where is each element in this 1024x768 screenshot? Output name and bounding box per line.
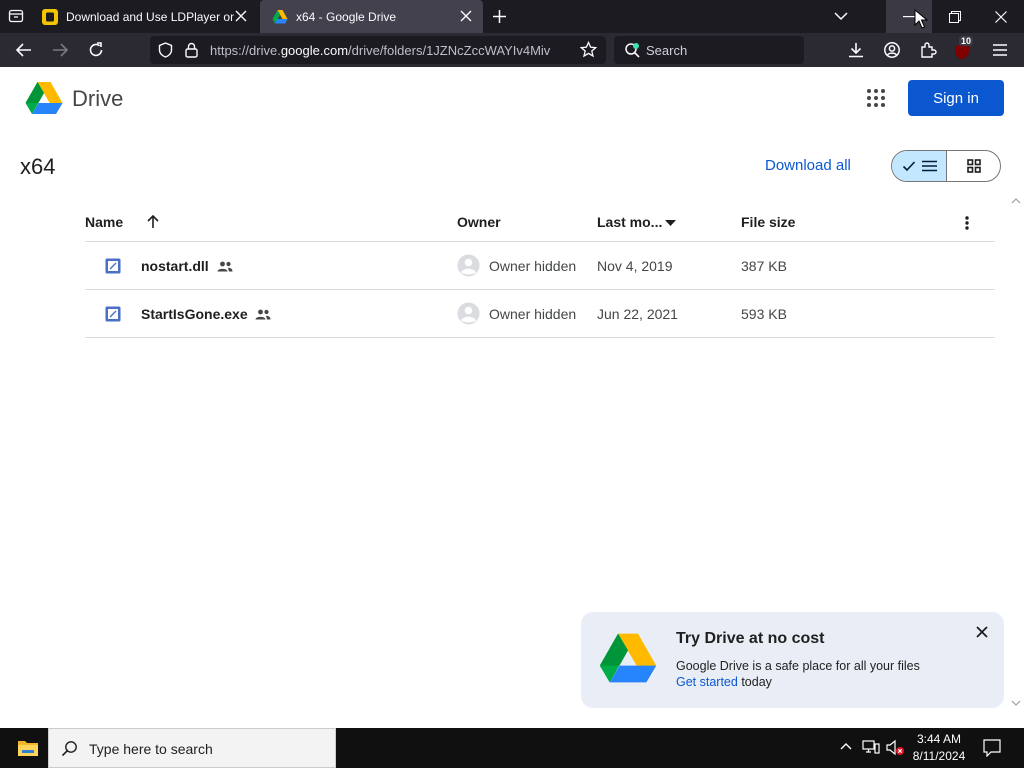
back-arrow-icon[interactable] <box>15 41 33 59</box>
search-bar[interactable]: Search <box>614 36 804 64</box>
binary-file-icon <box>105 306 121 322</box>
column-header-owner[interactable]: Owner <box>457 214 501 230</box>
file-size: 593 KB <box>741 306 787 322</box>
scroll-up-arrow-icon[interactable] <box>1010 195 1022 207</box>
extension-badge: 10 <box>959 36 974 46</box>
grid-view-button[interactable] <box>947 151 1000 181</box>
list-all-tabs-icon[interactable] <box>834 10 848 22</box>
table-row[interactable]: StartIsGone.exe Owner hidden Jun 22, 202… <box>85 290 995 338</box>
avatar-placeholder-icon <box>457 254 480 277</box>
show-hidden-icons-chevron-icon[interactable] <box>840 742 852 752</box>
file-owner: Owner hidden <box>489 258 577 274</box>
promo-cta-line: Get started today <box>676 675 772 689</box>
list-view-icon <box>922 160 937 172</box>
tab-title: x64 - Google Drive <box>296 9 397 24</box>
url-prefix: https://drive. <box>210 43 281 58</box>
scroll-down-arrow-icon[interactable] <box>1010 697 1022 709</box>
file-modified: Nov 4, 2019 <box>597 258 673 274</box>
checkmark-icon <box>902 161 916 172</box>
url-host: google.com <box>280 43 349 58</box>
tab-list-icon[interactable] <box>8 8 24 24</box>
lock-icon[interactable] <box>185 42 198 58</box>
grid-view-icon <box>967 159 981 173</box>
list-view-button[interactable] <box>892 151 947 181</box>
avatar-placeholder-icon <box>457 302 480 325</box>
search-placeholder: Search <box>646 43 688 58</box>
file-explorer-icon[interactable] <box>17 738 39 757</box>
taskbar-search-box[interactable]: Type here to search <box>48 728 336 768</box>
windows-taskbar: Type here to search 3:44 AM 8/11/2024 <box>0 728 1024 768</box>
notifications-icon[interactable] <box>983 739 1001 757</box>
drive-brand-name: Drive <box>72 86 124 111</box>
shared-people-icon <box>255 309 271 320</box>
column-header-file-size[interactable]: File size <box>741 214 795 230</box>
downloads-icon[interactable] <box>847 41 865 59</box>
restore-window-icon[interactable] <box>949 11 961 23</box>
get-started-link[interactable]: Get started <box>676 675 738 689</box>
reload-icon[interactable] <box>87 41 105 59</box>
try-drive-promo-card: Try Drive at no cost Google Drive is a s… <box>581 612 1004 708</box>
google-drive-logo-icon <box>599 633 657 683</box>
column-header-last-modified[interactable]: Last mo... <box>597 214 662 230</box>
promo-title: Try Drive at no cost <box>676 630 825 647</box>
shared-people-icon <box>217 261 233 272</box>
more-options-icon[interactable] <box>965 216 969 230</box>
table-header: Name Owner Last mo... File size <box>85 206 995 242</box>
mouse-cursor-icon <box>914 9 928 29</box>
ldplayer-favicon-icon <box>42 8 58 25</box>
promo-cta-suffix: today <box>737 675 772 689</box>
account-icon[interactable] <box>883 41 901 59</box>
url-bar[interactable]: https://drive.google.com/drive/folders/1… <box>150 36 606 64</box>
url-text[interactable]: https://drive.google.com/drive/folders/1… <box>210 43 570 58</box>
promo-body: Google Drive is a safe place for all you… <box>676 659 920 673</box>
browser-tab-bar: Download and Use LDPlayer on x64 - Googl… <box>0 0 1024 33</box>
google-drive-logo-icon[interactable] <box>25 81 63 115</box>
taskbar-search-placeholder: Type here to search <box>89 741 213 757</box>
file-name[interactable]: nostart.dll <box>141 258 209 274</box>
url-path: /drive/folders/1JZNcZccWAYIv4Miv <box>348 43 551 58</box>
folder-title: x64 <box>20 154 56 179</box>
ublock-extension-button[interactable]: 10 <box>952 36 974 61</box>
column-header-name[interactable]: Name <box>85 214 123 230</box>
new-tab-icon[interactable] <box>492 9 507 24</box>
tab-ldplayer[interactable]: Download and Use LDPlayer on <box>30 0 258 33</box>
network-icon[interactable] <box>862 739 880 755</box>
google-apps-grid-icon[interactable] <box>866 88 886 108</box>
search-engine-icon[interactable] <box>624 42 641 59</box>
download-all-button[interactable]: Download all <box>765 157 851 174</box>
hamburger-menu-icon[interactable] <box>991 41 1009 59</box>
file-modified: Jun 22, 2021 <box>597 306 678 322</box>
taskbar-clock-date[interactable]: 8/11/2024 <box>900 749 978 763</box>
table-row[interactable]: nostart.dll Owner hidden Nov 4, 2019 387… <box>85 242 995 290</box>
search-icon <box>61 741 77 757</box>
view-toggle <box>891 150 1001 182</box>
binary-file-icon <box>105 258 121 274</box>
google-drive-favicon-icon <box>272 9 288 23</box>
tab-title: Download and Use LDPlayer on <box>66 9 234 24</box>
sort-ascending-arrow-icon[interactable] <box>146 214 160 229</box>
extensions-puzzle-icon[interactable] <box>919 41 937 59</box>
tab-google-drive[interactable]: x64 - Google Drive <box>260 0 483 33</box>
shield-icon[interactable] <box>158 42 173 58</box>
taskbar-clock-time[interactable]: 3:44 AM <box>900 732 978 746</box>
close-window-icon[interactable] <box>995 11 1007 23</box>
forward-arrow-icon[interactable] <box>51 41 69 59</box>
file-owner: Owner hidden <box>489 306 577 322</box>
file-name[interactable]: StartIsGone.exe <box>141 306 248 322</box>
close-tab-icon[interactable] <box>459 9 473 23</box>
close-promo-icon[interactable] <box>975 625 989 639</box>
bookmark-star-icon[interactable] <box>580 41 597 58</box>
file-size: 387 KB <box>741 258 787 274</box>
sign-in-button[interactable]: Sign in <box>908 80 1004 116</box>
browser-toolbar: https://drive.google.com/drive/folders/1… <box>0 33 1024 67</box>
sort-dropdown-icon[interactable] <box>665 220 676 226</box>
close-tab-icon[interactable] <box>234 9 248 23</box>
